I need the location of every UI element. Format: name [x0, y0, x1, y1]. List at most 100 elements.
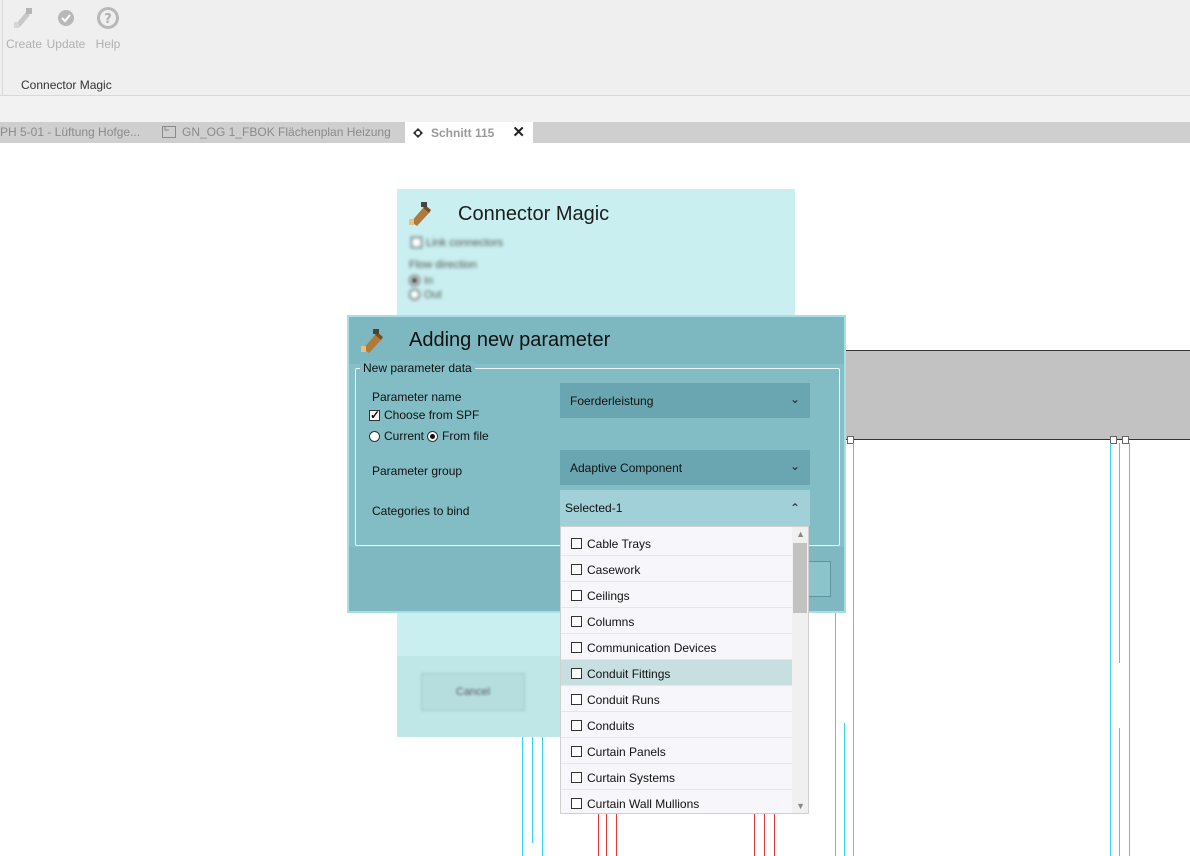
red-line — [606, 813, 607, 856]
scroll-down-icon[interactable]: ▼ — [796, 801, 805, 811]
category-item[interactable]: Conduits — [561, 712, 792, 738]
from-file-label: From file — [442, 429, 489, 443]
checkbox-icon[interactable] — [571, 564, 582, 575]
plan-view-icon — [162, 126, 176, 138]
category-item[interactable]: Curtain Wall Mullions — [561, 790, 792, 813]
checkbox-icon[interactable] — [571, 798, 582, 809]
tab-label: GN_OG 1_FBOK Flächenplan Heizung — [182, 125, 391, 139]
flow-in-label: In — [424, 275, 434, 287]
checkbox-icon[interactable] — [571, 616, 582, 627]
category-label: Casework — [587, 563, 641, 577]
flow-in-radio[interactable]: In — [409, 275, 433, 287]
link-connectors-label: Link connectors — [426, 237, 504, 249]
scroll-up-icon[interactable]: ▲ — [796, 529, 805, 539]
view-tab-bar: PH 5-01 - Lüftung Hofge... GN_OG 1_FBOK … — [0, 122, 1190, 143]
help-button[interactable]: ? Help — [88, 6, 128, 51]
category-label: Conduit Runs — [587, 693, 660, 707]
flow-out-label: Out — [424, 289, 442, 301]
category-label: Curtain Panels — [587, 745, 666, 759]
connector-marker — [1122, 436, 1129, 444]
dialog-title: Connector Magic — [458, 203, 610, 225]
chevron-down-icon: ⌄ — [789, 392, 800, 406]
current-radio[interactable]: Current — [369, 429, 424, 443]
radio-icon — [409, 289, 420, 300]
ribbon-separator — [2, 0, 3, 95]
category-label: Conduit Fittings — [587, 667, 671, 681]
parameter-name-dropdown[interactable]: Foerderleistung ⌄ — [560, 383, 810, 418]
ribbon-group-label: Connector Magic — [21, 78, 112, 92]
checkbox-icon[interactable] — [571, 642, 582, 653]
help-label: Help — [95, 37, 121, 51]
category-label: Curtain Wall Mullions — [587, 797, 700, 811]
cyan-line — [835, 613, 836, 856]
checkbox-icon[interactable] — [571, 720, 582, 731]
checkbox-icon[interactable] — [571, 694, 582, 705]
categories-dropdown[interactable]: Selected-1 ⌃ — [560, 490, 810, 526]
red-line — [754, 813, 755, 856]
category-item[interactable]: Communication Devices — [561, 634, 792, 660]
tab-flaechenplan[interactable]: GN_OG 1_FBOK Flächenplan Heizung — [162, 122, 391, 143]
red-line — [774, 813, 775, 856]
category-item[interactable]: Curtain Panels — [561, 738, 792, 764]
cyan-line — [853, 443, 854, 856]
category-label: Communication Devices — [587, 641, 717, 655]
ribbon-strip — [0, 96, 1190, 122]
dialog-title: Adding new parameter — [409, 329, 611, 351]
category-item[interactable]: Cable Trays — [561, 530, 792, 556]
cancel-button[interactable]: Cancel — [421, 673, 525, 711]
checkbox-icon[interactable] — [571, 772, 582, 783]
category-label: Ceilings — [587, 589, 630, 603]
close-icon[interactable]: ✕ — [512, 124, 525, 141]
tab-label: Schnitt 115 — [431, 126, 495, 140]
category-item[interactable]: Curtain Systems — [561, 764, 792, 790]
from-file-radio[interactable]: From file — [427, 429, 489, 443]
section-view-icon — [413, 128, 423, 138]
current-label: Current — [384, 429, 425, 443]
cyan-line — [532, 737, 533, 843]
parameter-name-value: Foerderleistung — [570, 394, 654, 408]
connector-magic-icon — [409, 202, 431, 226]
tab-lueftung[interactable]: PH 5-01 - Lüftung Hofge... — [0, 122, 140, 143]
category-item[interactable]: Conduit Fittings — [561, 660, 792, 686]
svg-text:?: ? — [104, 12, 112, 27]
scrollbar-thumb[interactable] — [793, 543, 807, 613]
help-circle-icon: ? — [97, 7, 119, 29]
connector-magic-icon — [361, 329, 383, 353]
checkbox-icon[interactable] — [571, 668, 582, 679]
categories-label: Categories to bind — [372, 504, 470, 518]
flow-out-radio[interactable]: Out — [409, 289, 442, 301]
parameter-group-dropdown[interactable]: Adaptive Component ⌄ — [560, 450, 810, 485]
cyan-line — [1129, 443, 1130, 856]
radio-icon — [409, 275, 420, 286]
cyan-line — [1119, 443, 1120, 663]
list-scrollbar[interactable]: ▲ ▼ — [792, 527, 808, 813]
tab-schnitt-115[interactable]: Schnitt 115 ✕ — [405, 122, 533, 143]
categories-value: Selected-1 — [565, 501, 623, 515]
create-button[interactable]: Create — [4, 6, 44, 51]
red-line — [764, 813, 765, 856]
category-item[interactable]: Casework — [561, 556, 792, 582]
chevron-down-icon: ⌄ — [789, 459, 800, 473]
update-label: Update — [46, 37, 86, 51]
cyan-line — [1119, 728, 1120, 856]
category-label: Curtain Systems — [587, 771, 676, 785]
link-connectors-checkbox[interactable]: Link connectors — [411, 237, 503, 249]
tab-label: PH 5-01 - Lüftung Hofge... — [0, 125, 141, 139]
update-button[interactable]: Update — [46, 6, 86, 51]
category-item[interactable]: Columns — [561, 608, 792, 634]
red-line — [598, 813, 599, 856]
category-item[interactable]: Conduit Runs — [561, 686, 792, 712]
checkbox-icon[interactable] — [571, 746, 582, 757]
checkbox-icon — [369, 408, 380, 422]
checkbox-icon — [411, 237, 422, 248]
cyan-line — [522, 737, 523, 856]
checkbox-icon[interactable] — [571, 590, 582, 601]
categories-list[interactable]: ▲ ▼ Cable Trays Casework Ceilings Columns Co… — [560, 526, 809, 814]
check-circle-icon — [58, 10, 74, 26]
cancel-label: Cancel — [455, 686, 491, 698]
choose-from-spf-checkbox[interactable]: Choose from SPF — [369, 408, 479, 422]
cyan-line — [1110, 443, 1111, 856]
checkbox-icon[interactable] — [571, 538, 582, 549]
category-item[interactable]: Ceilings — [561, 582, 792, 608]
connector-marker — [1110, 436, 1117, 444]
